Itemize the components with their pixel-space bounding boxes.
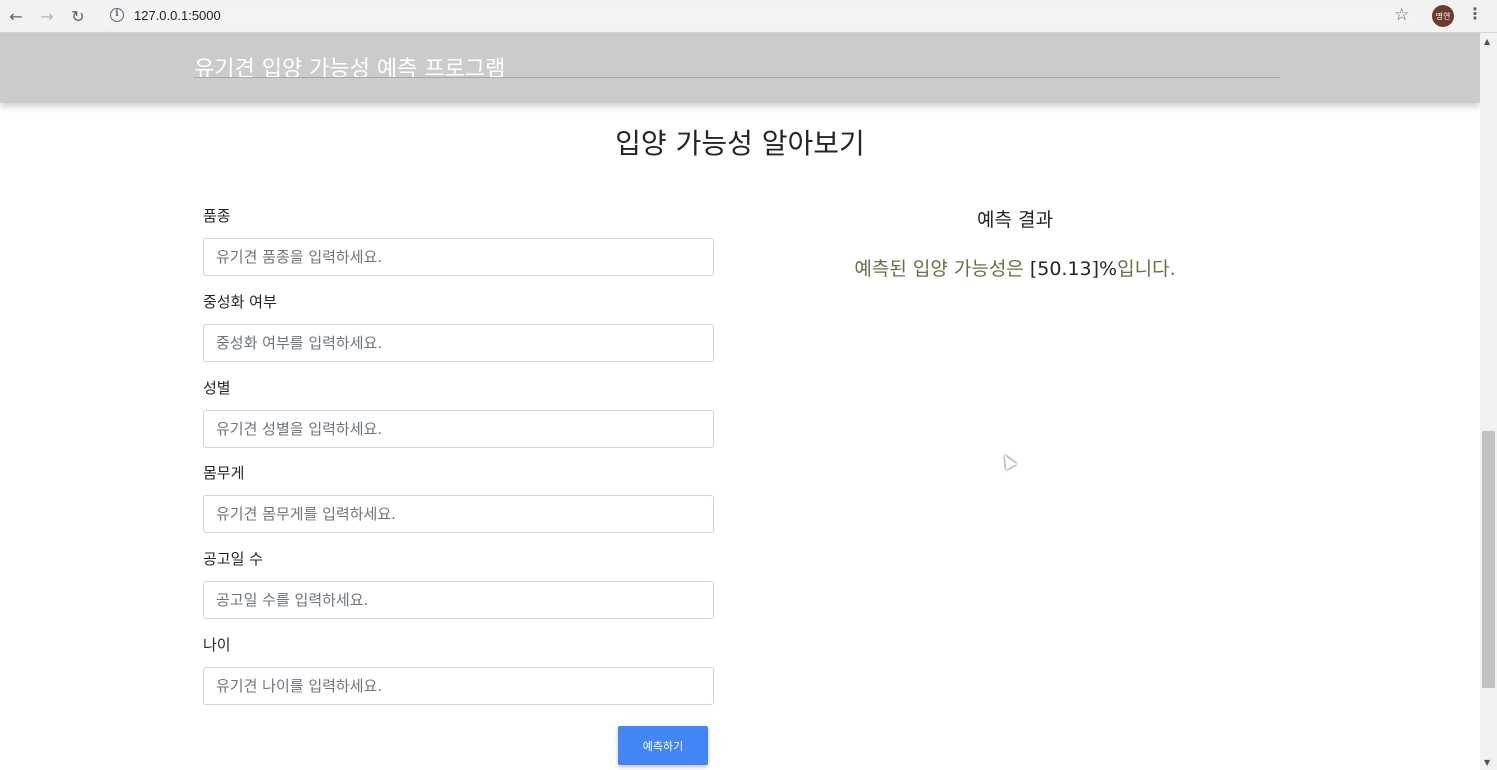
scroll-up-arrow-icon[interactable]: ▲ bbox=[1484, 37, 1490, 46]
back-arrow-icon[interactable]: ← bbox=[5, 5, 27, 27]
scroll-down-arrow-icon[interactable]: ▼ bbox=[1484, 758, 1490, 767]
sex-label: 성별 bbox=[203, 379, 231, 397]
browser-toolbar: ← → ↻ i 127.0.0.1:5000 ☆ 명연 ⋮ bbox=[0, 0, 1497, 33]
mouse-cursor-icon bbox=[999, 451, 1017, 471]
page-title: 입양 가능성 알아보기 bbox=[615, 127, 865, 160]
site-header: 유기견 입양 가능성 예측 프로그램 bbox=[0, 33, 1480, 103]
result-text: 예측된 입양 가능성은 [50.13]%입니다. bbox=[760, 254, 1270, 281]
url-text[interactable]: 127.0.0.1:5000 bbox=[134, 8, 221, 23]
predict-button[interactable]: 예측하기 bbox=[618, 726, 708, 765]
result-suffix: 입니다. bbox=[1117, 258, 1176, 280]
weight-input[interactable] bbox=[203, 495, 714, 533]
neutered-input[interactable] bbox=[203, 324, 714, 362]
browser-menu-icon[interactable]: ⋮ bbox=[1467, 4, 1483, 23]
result-prefix: 예측된 입양 가능성은 bbox=[854, 258, 1024, 280]
profile-avatar[interactable]: 명연 bbox=[1432, 5, 1454, 27]
sex-input[interactable] bbox=[203, 410, 714, 448]
neutered-label: 중성화 여부 bbox=[203, 293, 277, 311]
result-value: [50.13]% bbox=[1029, 258, 1118, 280]
result-title: 예측 결과 bbox=[977, 209, 1053, 231]
page-scrollbar[interactable]: ▲ ▼ bbox=[1480, 33, 1497, 770]
scroll-thumb[interactable] bbox=[1482, 431, 1495, 688]
notice-days-label: 공고일 수 bbox=[203, 550, 263, 568]
notice-days-input[interactable] bbox=[203, 581, 714, 619]
breed-input[interactable] bbox=[203, 238, 714, 276]
breed-label: 품종 bbox=[203, 207, 231, 225]
site-info-icon[interactable]: i bbox=[110, 8, 124, 22]
header-divider bbox=[194, 77, 1280, 78]
reload-icon[interactable]: ↻ bbox=[67, 5, 89, 27]
address-bar[interactable]: i 127.0.0.1:5000 bbox=[100, 2, 1422, 30]
bookmark-star-icon[interactable]: ☆ bbox=[1394, 5, 1409, 25]
weight-label: 몸무게 bbox=[203, 464, 245, 482]
site-title: 유기견 입양 가능성 예측 프로그램 bbox=[194, 57, 506, 82]
age-label: 나이 bbox=[203, 636, 231, 654]
age-input[interactable] bbox=[203, 667, 714, 705]
forward-arrow-icon[interactable]: → bbox=[36, 5, 58, 27]
